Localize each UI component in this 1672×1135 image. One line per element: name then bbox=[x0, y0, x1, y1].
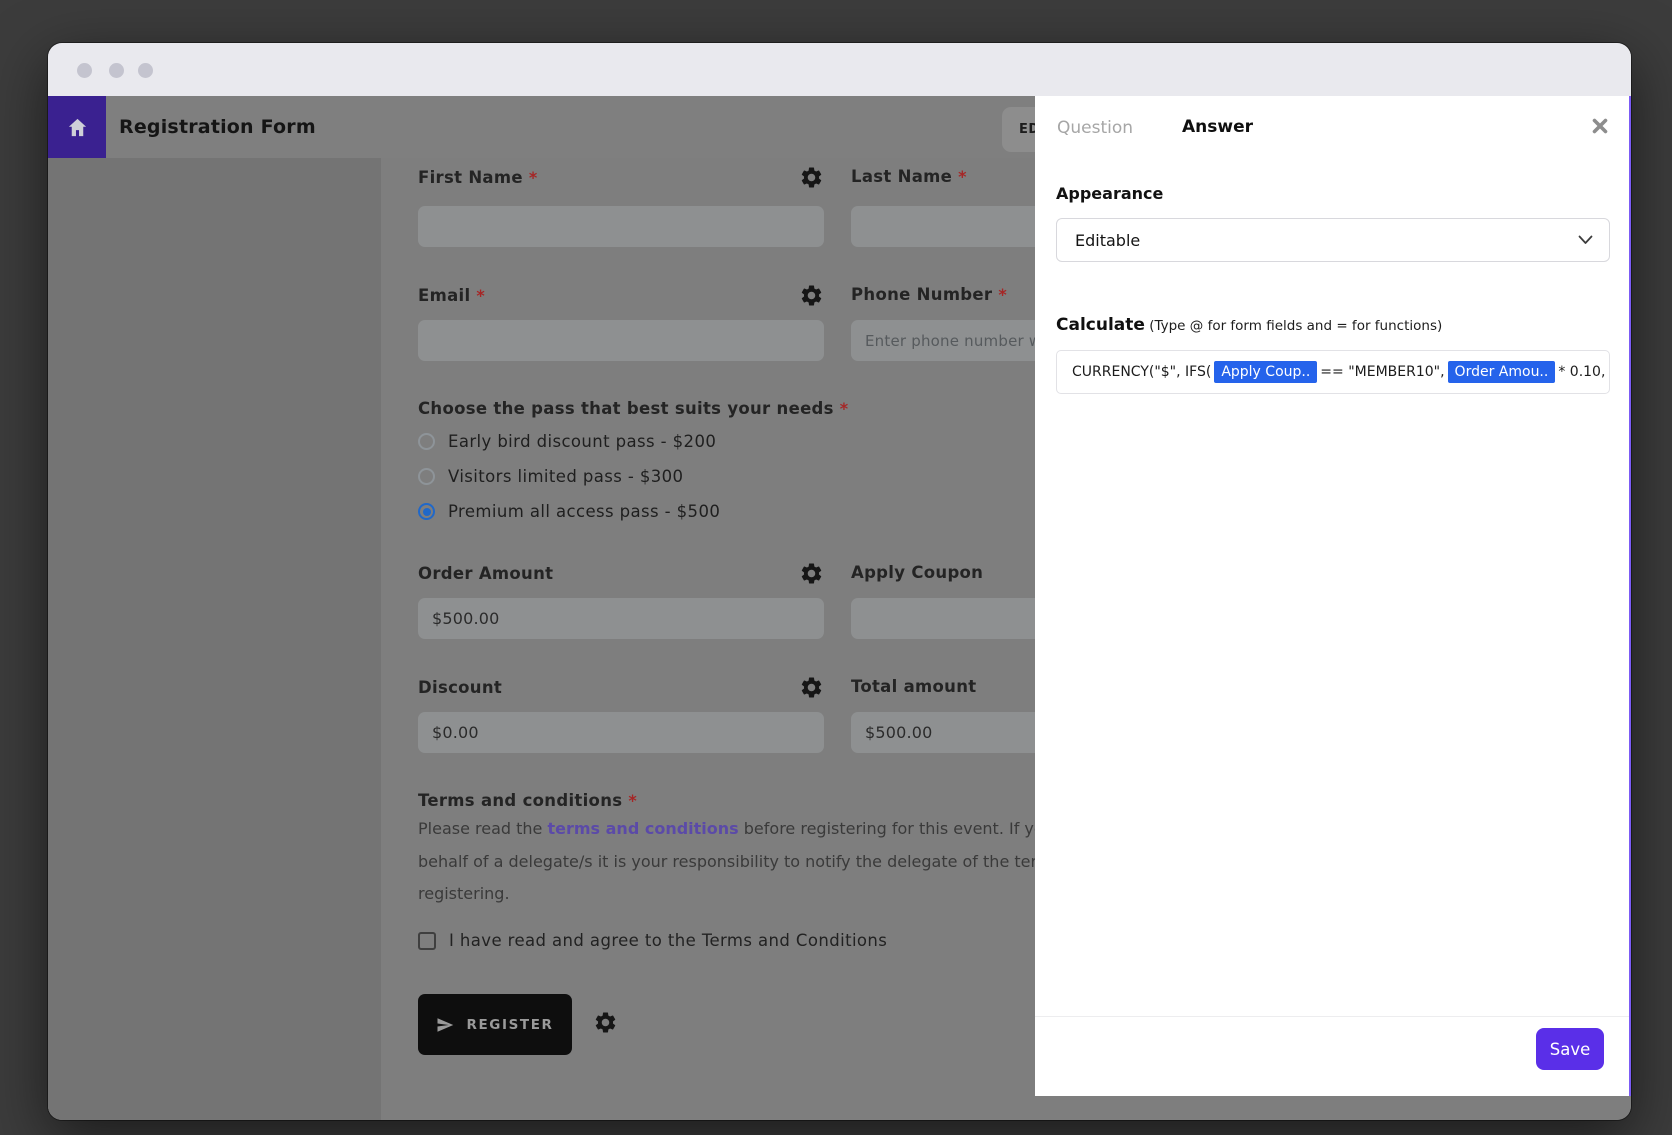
required-asterisk: * bbox=[840, 399, 849, 418]
gear-icon[interactable] bbox=[799, 561, 824, 586]
apply-coupon-label: Apply Coupon bbox=[851, 563, 983, 582]
formula-text: == "MEMBER10", bbox=[1320, 364, 1444, 380]
radio-option-early-bird[interactable]: Early bird discount pass - $200 bbox=[418, 432, 716, 451]
radio-icon[interactable] bbox=[418, 433, 435, 450]
pass-group-label: Choose the pass that best suits your nee… bbox=[418, 399, 848, 418]
radio-icon[interactable] bbox=[418, 468, 435, 485]
gear-icon[interactable] bbox=[593, 1010, 618, 1035]
required-asterisk: * bbox=[998, 285, 1007, 304]
last-name-label: Last Name* bbox=[851, 167, 967, 186]
home-button[interactable] bbox=[48, 96, 106, 158]
calculate-hint: (Type @ for form fields and = for functi… bbox=[1145, 318, 1442, 334]
gear-icon[interactable] bbox=[799, 675, 824, 700]
panel-footer-divider bbox=[1035, 1016, 1629, 1017]
first-name-label: First Name* bbox=[418, 168, 538, 187]
gear-icon[interactable] bbox=[799, 165, 824, 190]
window-titlebar bbox=[48, 43, 1631, 96]
discount-input[interactable]: $0.00 bbox=[418, 712, 824, 753]
window-control-dot[interactable] bbox=[77, 63, 92, 78]
terms-paragraph: Please read the terms and conditions bef… bbox=[418, 813, 1078, 911]
terms-checkbox-row[interactable]: I have read and agree to the Terms and C… bbox=[418, 931, 887, 950]
order-amount-label: Order Amount bbox=[418, 564, 553, 583]
answer-settings-panel: Question Answer Appearance Editable Calc… bbox=[1035, 96, 1631, 1096]
register-button-label: REGISTER bbox=[466, 1017, 553, 1033]
appearance-select[interactable]: Editable bbox=[1056, 218, 1610, 262]
radio-option-visitors[interactable]: Visitors limited pass - $300 bbox=[418, 467, 683, 486]
radio-label: Visitors limited pass - $300 bbox=[448, 467, 683, 486]
appearance-label: Appearance bbox=[1056, 184, 1163, 203]
required-asterisk: * bbox=[628, 791, 637, 810]
email-label: Email* bbox=[418, 286, 485, 305]
terms-link[interactable]: terms and conditions bbox=[547, 819, 738, 838]
discount-label-row: Discount bbox=[418, 675, 824, 700]
radio-icon-selected[interactable] bbox=[418, 503, 435, 520]
calculate-label-row: Calculate (Type @ for form fields and = … bbox=[1056, 315, 1442, 335]
formula-text: CURRENCY("$", IFS( bbox=[1072, 364, 1211, 380]
home-icon bbox=[66, 116, 89, 139]
required-asterisk: * bbox=[476, 286, 485, 305]
terms-label: Terms and conditions* bbox=[418, 791, 637, 810]
required-asterisk: * bbox=[529, 168, 538, 187]
formula-text: * 0.10, 0)) bbox=[1558, 364, 1610, 380]
order-amount-label-row: Order Amount bbox=[418, 561, 824, 586]
formula-field-chip-order-amount[interactable]: Order Amou.. bbox=[1448, 361, 1556, 383]
window-control-dot[interactable] bbox=[138, 63, 153, 78]
tab-question[interactable]: Question bbox=[1057, 118, 1133, 138]
total-amount-value: $500.00 bbox=[865, 723, 933, 742]
app-window: Registration Form EDIT First Name* Last … bbox=[48, 43, 1631, 1120]
discount-value: $0.00 bbox=[432, 723, 479, 742]
gear-icon[interactable] bbox=[799, 283, 824, 308]
close-icon[interactable] bbox=[1590, 116, 1610, 136]
save-button[interactable]: Save bbox=[1536, 1028, 1604, 1070]
first-name-label-row: First Name* bbox=[418, 165, 824, 190]
tab-answer[interactable]: Answer bbox=[1182, 117, 1253, 137]
radio-label: Early bird discount pass - $200 bbox=[448, 432, 716, 451]
first-name-input[interactable] bbox=[418, 206, 824, 247]
terms-checkbox-label: I have read and agree to the Terms and C… bbox=[449, 931, 887, 950]
phone-label: Phone Number* bbox=[851, 285, 1007, 304]
total-amount-label: Total amount bbox=[851, 677, 976, 696]
chevron-down-icon bbox=[1578, 235, 1593, 245]
email-input[interactable] bbox=[418, 320, 824, 361]
order-amount-input[interactable]: $500.00 bbox=[418, 598, 824, 639]
phone-placeholder: Enter phone number wit bbox=[865, 332, 1052, 350]
page-left-margin bbox=[48, 158, 381, 1120]
register-button[interactable]: REGISTER bbox=[418, 994, 572, 1055]
email-label-row: Email* bbox=[418, 283, 824, 308]
page-title: Registration Form bbox=[119, 96, 316, 158]
appearance-selected-value: Editable bbox=[1075, 231, 1140, 250]
checkbox-icon[interactable] bbox=[418, 932, 436, 950]
window-control-dot[interactable] bbox=[109, 63, 124, 78]
radio-label: Premium all access pass - $500 bbox=[448, 502, 720, 521]
order-amount-value: $500.00 bbox=[432, 609, 500, 628]
calculate-label: Calculate bbox=[1056, 315, 1145, 335]
discount-label: Discount bbox=[418, 678, 502, 697]
calculate-formula-input[interactable]: CURRENCY("$", IFS(Apply Coup.. == "MEMBE… bbox=[1056, 350, 1610, 394]
formula-field-chip-apply-coupon[interactable]: Apply Coup.. bbox=[1214, 361, 1317, 383]
radio-option-premium[interactable]: Premium all access pass - $500 bbox=[418, 502, 720, 521]
required-asterisk: * bbox=[958, 167, 967, 186]
send-icon bbox=[436, 1016, 454, 1034]
